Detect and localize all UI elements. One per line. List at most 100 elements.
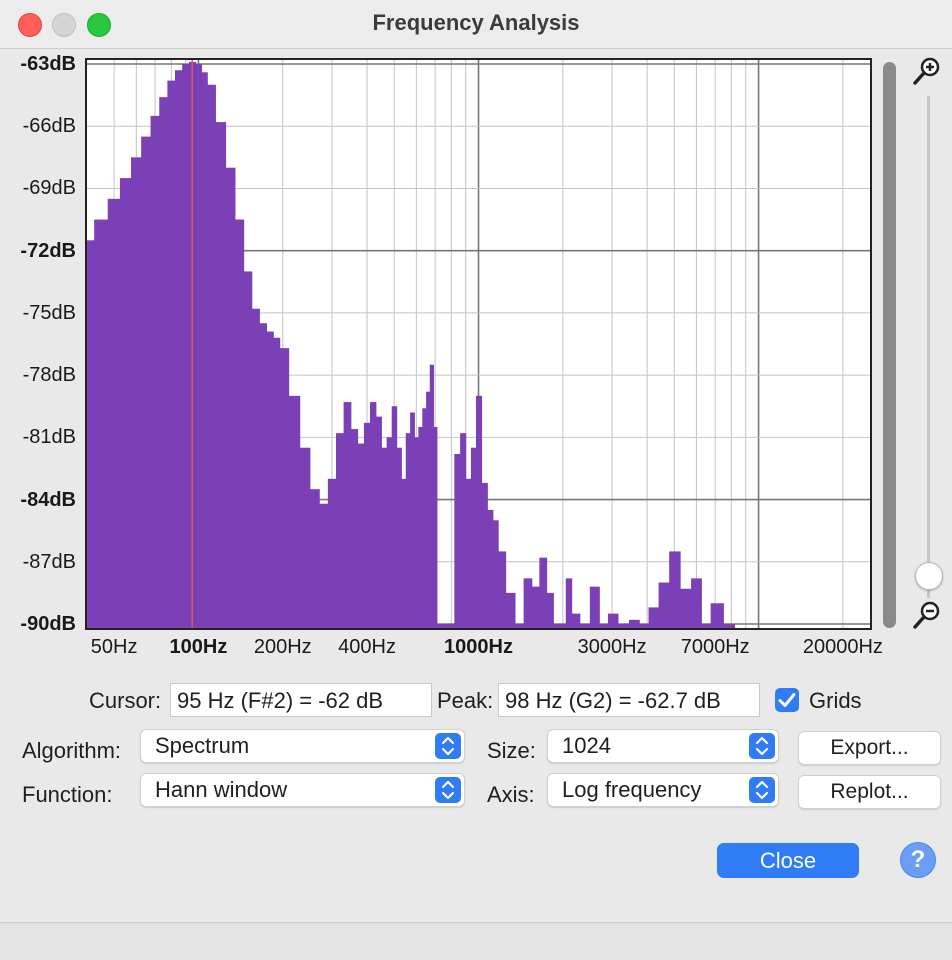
spectrum-bar [370, 402, 377, 628]
spectrum-chart [87, 60, 870, 628]
spectrum-bar [658, 582, 670, 628]
spectrum-bar [401, 478, 407, 628]
spectrum-bar [460, 433, 467, 628]
y-tick-label: -81dB [22, 426, 76, 449]
spectrum-bar [327, 478, 337, 628]
spectrum-bar [195, 64, 203, 628]
spectrum-bar [131, 157, 142, 628]
spectrum-bar [546, 592, 554, 628]
spectrum-bar [571, 613, 581, 628]
spectrum-bar [159, 97, 168, 628]
zoom-slider-knob[interactable] [915, 562, 943, 590]
algorithm-label: Algorithm: [22, 738, 122, 763]
x-tick-label: 200Hz [253, 636, 312, 658]
grids-checkbox[interactable] [775, 688, 799, 712]
zoom-slider-track[interactable] [927, 96, 930, 598]
spectrum-bar [375, 416, 382, 628]
close-button[interactable]: Close [717, 843, 859, 878]
grids-label[interactable]: Grids [809, 688, 862, 714]
zoom-in-icon[interactable] [912, 56, 942, 86]
help-icon[interactable]: ? [900, 842, 936, 878]
spectrum-bar [410, 412, 415, 628]
x-tick-label: 7000Hz [680, 636, 750, 658]
spectrum-bar [629, 619, 640, 628]
spectrum-bar [215, 122, 227, 628]
zoom-out-icon[interactable] [912, 600, 942, 630]
spectrum-bar [234, 219, 245, 628]
chevron-updown-icon [749, 733, 775, 759]
spectrum-bar [470, 447, 477, 628]
spectrum-bar [299, 447, 311, 628]
spectrum-bar [691, 578, 702, 628]
spectrum-bar [381, 447, 388, 628]
spectrum-bar [279, 348, 290, 628]
y-tick-label: -63dB [20, 53, 76, 75]
function-label: Function: [22, 782, 113, 807]
spectrum-bar [710, 603, 724, 628]
title-bar: Frequency Analysis [0, 0, 952, 49]
spectrum-bar [433, 426, 438, 628]
spectrum-bar [617, 624, 630, 628]
spectrum-bar [680, 588, 692, 628]
chevron-updown-icon [435, 777, 461, 803]
function-select[interactable]: Hann window [140, 773, 465, 807]
y-tick-label: -90dB [20, 613, 76, 635]
function-value: Hann window [155, 777, 288, 802]
spectrum-bar [539, 557, 548, 628]
x-tick-label: 1000Hz [444, 636, 513, 658]
spectrum-plot[interactable] [85, 58, 872, 630]
spectrum-bar [465, 478, 472, 628]
spectrum-bar [94, 219, 109, 628]
spectrum-bar [167, 80, 176, 628]
chevron-updown-icon [435, 733, 461, 759]
spectrum-bar [405, 433, 411, 628]
axis-select[interactable]: Log frequency [547, 773, 779, 807]
spectrum-bar [487, 509, 494, 628]
size-label: Size: [487, 738, 536, 763]
spectrum-bar [422, 408, 427, 628]
spectrum-bar [448, 624, 455, 628]
spectrum-bar [350, 429, 359, 628]
spectrum-bar [150, 115, 160, 628]
x-tick-label: 3000Hz [577, 636, 647, 658]
spectrum-bar [565, 578, 573, 628]
spectrum-bar [319, 503, 329, 628]
spectrum-bar [701, 624, 712, 628]
export-button[interactable]: Export... [798, 731, 941, 765]
spectrum-bar [441, 624, 449, 628]
spectrum-bar [119, 178, 132, 628]
y-tick-label: -84dB [20, 488, 76, 511]
checkmark-icon [778, 693, 796, 707]
spectrum-bar [599, 624, 609, 628]
spectrum-bar [639, 624, 650, 628]
spectrum-bar [607, 613, 619, 628]
x-tick-label: 100Hz [169, 636, 228, 658]
vertical-scrollbar-thumb[interactable] [883, 62, 896, 628]
y-tick-label: -69dB [22, 177, 76, 200]
spectrum-bar [182, 64, 190, 628]
spectrum-bar [436, 624, 443, 628]
y-tick-label: -87dB [22, 550, 76, 573]
spectrum-bar [201, 72, 208, 628]
algorithm-value: Spectrum [155, 733, 250, 758]
spectrum-bar [723, 624, 735, 628]
y-tick-label: -72dB [20, 239, 76, 262]
spectrum-bar [335, 433, 345, 628]
spectrum-bar [251, 308, 260, 628]
algorithm-select[interactable]: Spectrum [140, 729, 465, 763]
chevron-updown-icon [749, 777, 775, 803]
spectrum-bar [514, 624, 525, 628]
spectrum-bar [309, 489, 320, 628]
spectrum-bar [225, 167, 236, 628]
axis-value: Log frequency [562, 777, 702, 802]
spectrum-bar [288, 395, 301, 628]
spectrum-bar [207, 84, 216, 628]
spectrum-bar [243, 271, 253, 628]
size-select[interactable]: 1024 [547, 729, 779, 763]
peak-value-field: 98 Hz (G2) = -62.7 dB [498, 683, 760, 717]
spectrum-bar [396, 447, 402, 628]
spectrum-bar [426, 391, 431, 628]
replot-button[interactable]: Replot... [798, 775, 941, 809]
spectrum-bar [107, 198, 121, 628]
spectrum-bar [505, 592, 516, 628]
